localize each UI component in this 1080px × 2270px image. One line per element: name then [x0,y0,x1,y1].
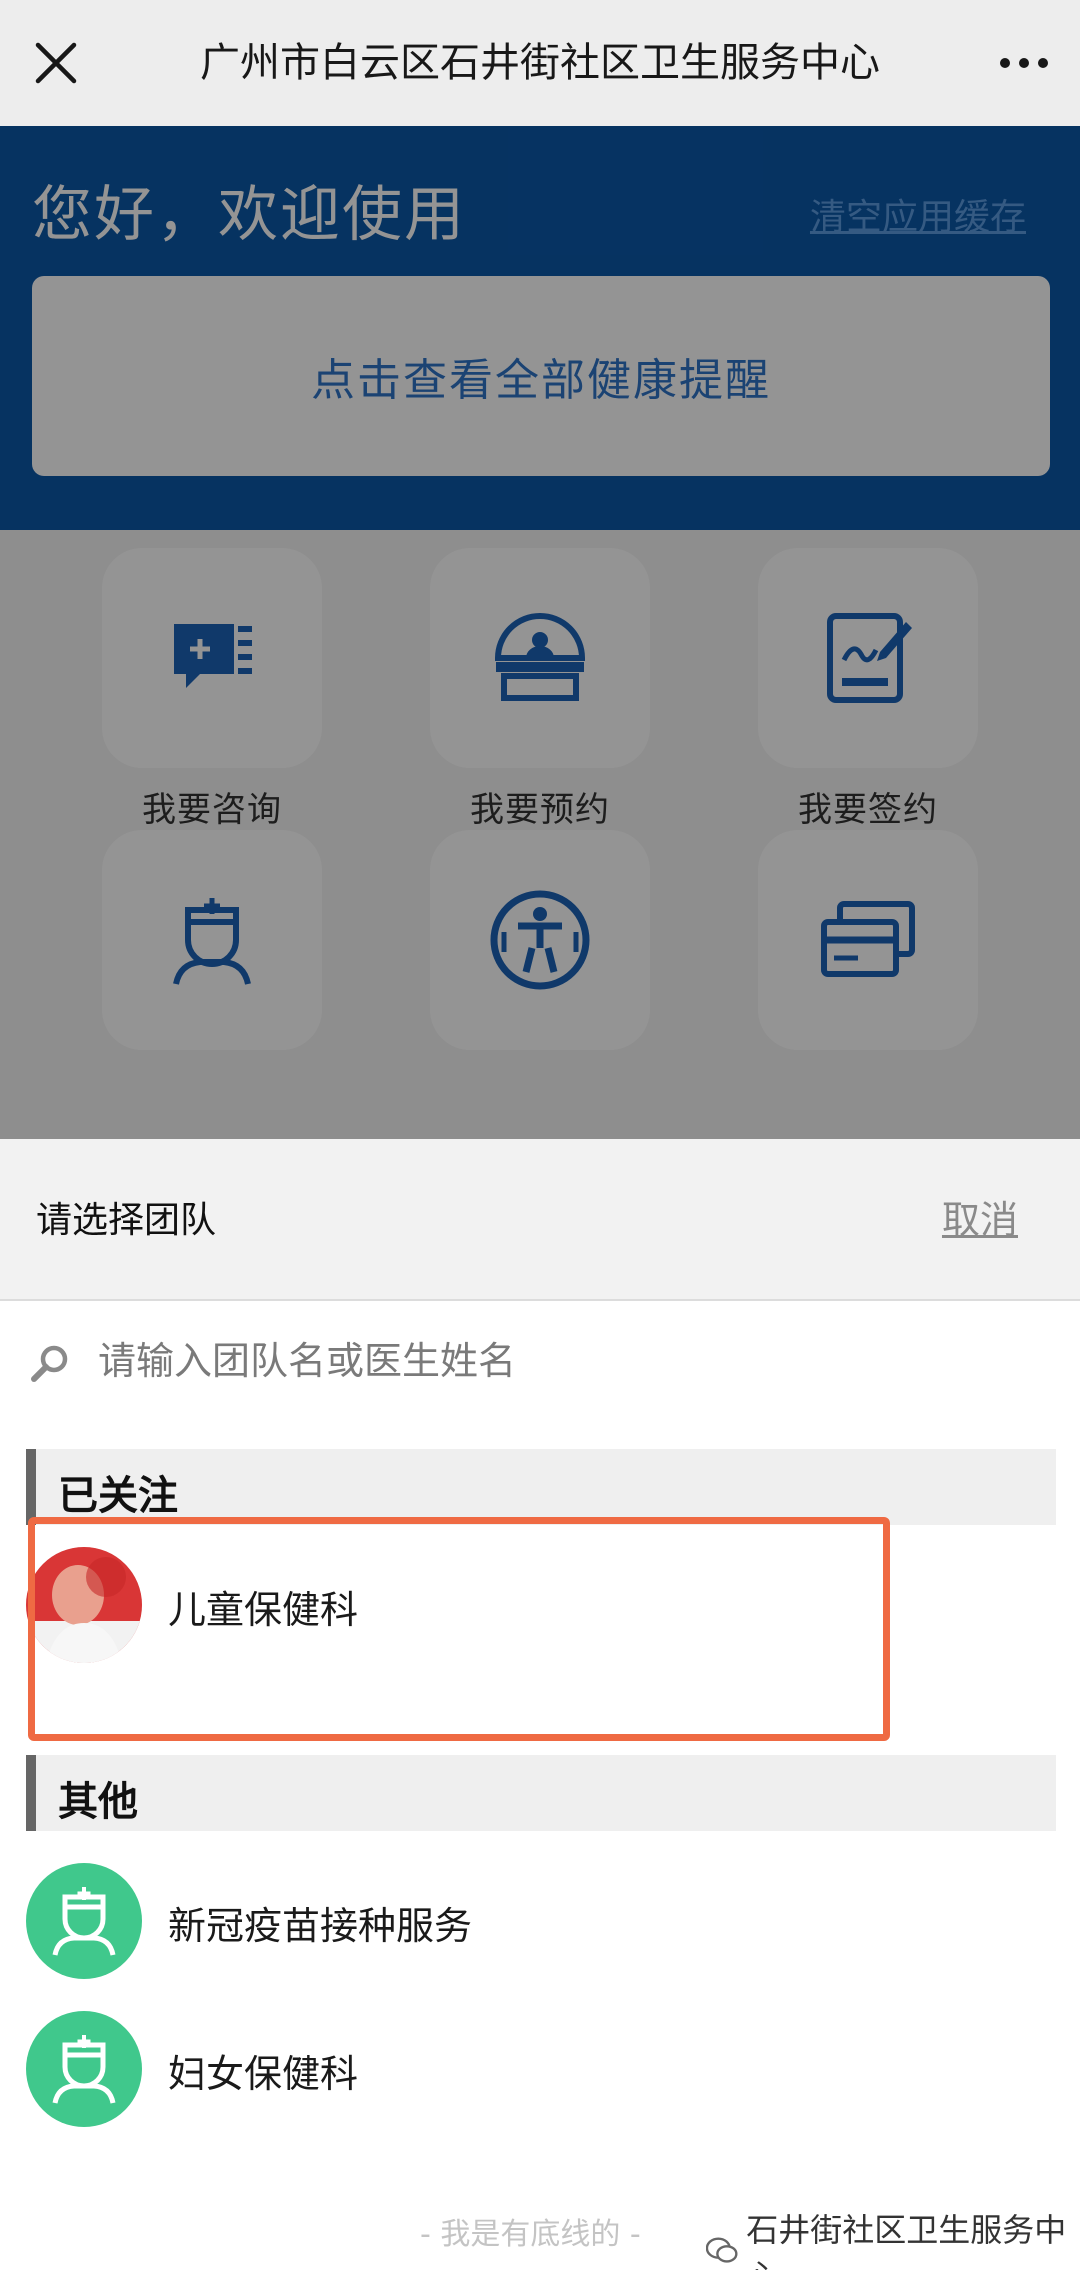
wechat-icon [706,2237,738,2263]
list-footer: - 我是有底线的 - 石井街社区卫生服务中心 [0,2199,1080,2270]
team-name: 新冠疫苗接种服务 [168,1904,473,1948]
end-of-list-note: - 我是有底线的 - [420,2217,641,2252]
top-nav-bar: 广州市白云区石井街社区卫生服务中心 [0,0,1080,126]
list-item[interactable]: 妇女保健科 [0,1999,1080,2139]
sheet-title: 请选择团队 [36,1200,217,1241]
sheet-header: 请选择团队 取消 [0,1139,1080,1301]
list-item[interactable]: 新冠疫苗接种服务 [0,1851,1080,1991]
cancel-button[interactable]: 取消 [942,1189,1018,1244]
modal-overlay[interactable] [0,126,1080,1139]
watermark-text: 石井街社区卫生服务中心 [746,2211,1067,2270]
section-header-others: 其他 [26,1755,1056,1831]
search-bar [0,1301,1080,1421]
app-root: 广州市白云区石井街社区卫生服务中心 您好，欢迎使用 清空应用缓存 点击查看全部健… [0,0,1080,2270]
avatar [26,1863,142,1979]
section-title: 其他 [58,1779,138,1825]
watermark: 石井街社区卫生服务中心 [706,2205,1080,2270]
avatar [26,2011,142,2127]
search-icon [30,1343,70,1383]
more-icon[interactable] [996,35,1052,91]
team-name: 妇女保健科 [168,2052,359,2096]
doctor-icon [52,2035,116,2104]
close-icon[interactable] [28,35,84,91]
background-page: 您好，欢迎使用 清空应用缓存 点击查看全部健康提醒 我要咨询 我要预约 我要签约 [0,126,1080,1139]
section-header-followed: 已关注 [26,1449,1056,1525]
page-title: 广州市白云区石井街社区卫生服务中心 [200,40,880,86]
section-title: 已关注 [58,1473,178,1519]
doctor-icon [52,1887,116,1956]
highlight-box [28,1517,890,1741]
team-picker-sheet: 请选择团队 取消 已关注 儿童保健科 其他 新冠疫苗 [0,1139,1080,2270]
search-input[interactable] [98,1331,998,1391]
